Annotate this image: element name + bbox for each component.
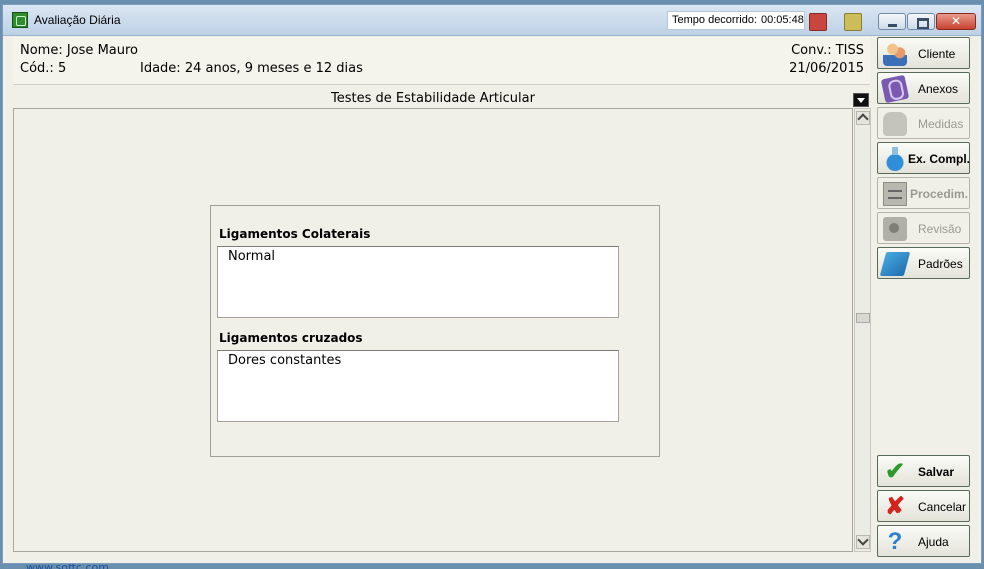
patient-info-panel: Nome: Jose Mauro Conv.: TISS Cód.: 5 Ida… xyxy=(13,37,870,85)
scroll-up-arrow-icon[interactable] xyxy=(856,111,870,125)
procedim-label: Procedim. xyxy=(910,187,969,201)
scroll-down-arrow-icon[interactable] xyxy=(856,535,870,549)
anexos-label: Anexos xyxy=(918,82,959,96)
medidas-button[interactable]: Medidas xyxy=(877,107,970,139)
ajuda-button[interactable]: ? Ajuda xyxy=(877,525,970,557)
elapsed-timer: Tempo decorrido: 00:05:48 xyxy=(667,11,805,30)
padroes-label: Padrões xyxy=(918,257,963,271)
patient-code: Cód.: 5 xyxy=(20,61,67,76)
red-status-button[interactable] xyxy=(809,13,827,31)
revisao-button[interactable]: Revisão xyxy=(877,212,970,244)
people-icon xyxy=(883,42,907,66)
revisao-label: Revisão xyxy=(918,222,962,236)
cruzados-textarea[interactable]: Dores constantes xyxy=(217,350,619,422)
collapse-section-icon[interactable] xyxy=(853,93,869,107)
maximize-button[interactable] xyxy=(907,13,935,30)
vertical-scrollbar[interactable] xyxy=(854,108,871,552)
cancelar-label: Cancelar xyxy=(918,500,967,514)
camera-icon xyxy=(883,217,907,241)
paperclip-icon xyxy=(880,74,910,104)
field-label-cruzados: Ligamentos cruzados xyxy=(219,331,363,345)
close-button[interactable] xyxy=(936,13,976,30)
stability-group: Ligamentos Colaterais Normal Ligamentos … xyxy=(210,205,660,457)
patient-convenio: Conv.: TISS xyxy=(791,43,864,58)
cabinet-icon xyxy=(883,182,907,206)
timer-value: 00:05:48 xyxy=(761,14,804,26)
help-icon: ? xyxy=(887,528,903,555)
ex-compl-button[interactable]: Ex. Compl. xyxy=(877,142,970,174)
cliente-label: Cliente xyxy=(918,47,956,61)
x-icon: ✘ xyxy=(884,493,906,520)
procedim-button[interactable]: Procedim. xyxy=(877,177,970,209)
check-icon: ✔ xyxy=(884,458,906,485)
app-icon xyxy=(12,12,28,28)
main-window: Avaliação Diária Tempo decorrido: 00:05:4… xyxy=(2,4,982,564)
patient-name: Nome: Jose Mauro xyxy=(20,43,139,58)
anexos-button[interactable]: Anexos xyxy=(877,72,970,104)
field-label-colaterais: Ligamentos Colaterais xyxy=(219,227,371,241)
cancelar-button[interactable]: ✘ Cancelar xyxy=(877,490,970,522)
scroll-thumb[interactable] xyxy=(856,313,870,323)
yellow-status-button[interactable] xyxy=(844,13,862,31)
book-icon xyxy=(879,252,911,276)
form-area: Ligamentos Colaterais Normal Ligamentos … xyxy=(13,108,853,552)
measure-icon xyxy=(883,112,907,136)
salvar-label: Salvar xyxy=(918,465,955,479)
minimize-button[interactable] xyxy=(878,13,906,30)
colaterais-textarea[interactable]: Normal xyxy=(217,246,619,318)
salvar-button[interactable]: ✔ Salvar xyxy=(877,455,970,487)
title-bar: Avaliação Diária Tempo decorrido: 00:05:4… xyxy=(3,5,981,36)
timer-label: Tempo decorrido: xyxy=(672,14,757,26)
window-title: Avaliação Diária xyxy=(34,13,121,27)
ex-compl-label: Ex. Compl. xyxy=(908,152,971,166)
padroes-button[interactable]: Padrões xyxy=(877,247,970,279)
cliente-button[interactable]: Cliente xyxy=(877,37,970,69)
section-title: Testes de Estabilidade Articular xyxy=(331,91,535,106)
ajuda-label: Ajuda xyxy=(918,535,949,549)
medidas-label: Medidas xyxy=(918,117,964,131)
flask-icon xyxy=(883,147,907,171)
evaluation-date: 21/06/2015 xyxy=(789,61,864,76)
patient-age: Idade: 24 anos, 9 meses e 12 dias xyxy=(140,61,363,76)
